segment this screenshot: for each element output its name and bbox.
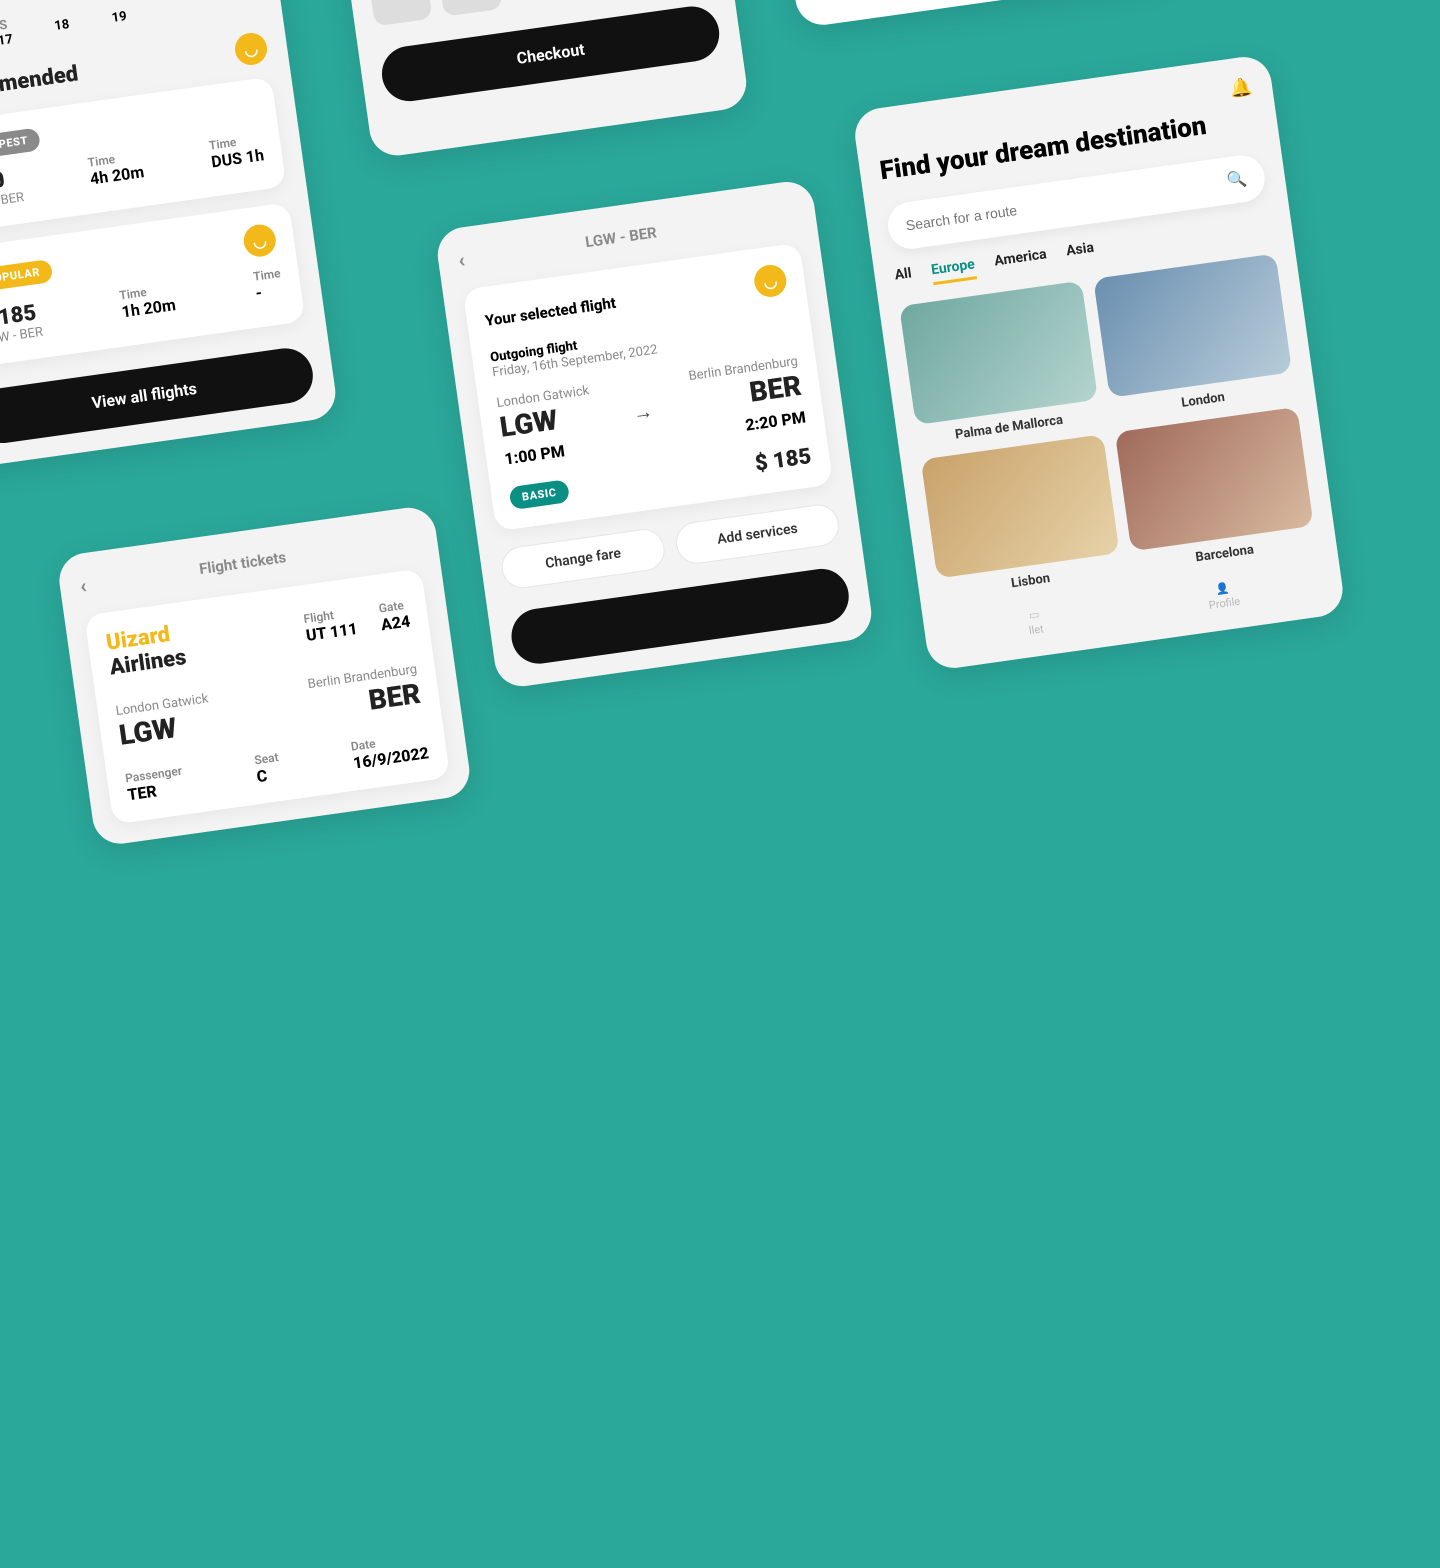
selected-flight-card: Your selected flight ◡ Outgoing flight F… (463, 243, 834, 532)
calendar-day[interactable]: 19 (92, 0, 146, 44)
tab-asia[interactable]: Asia (1065, 240, 1096, 267)
smile-icon: ◡ (242, 223, 278, 259)
destination-card[interactable]: Palma de Mallorca (899, 281, 1101, 448)
destination-image (921, 434, 1120, 578)
wallet-icon: ▭ (1028, 608, 1040, 622)
destination-image (1115, 407, 1314, 551)
cheapest-badge: CHEAPEST (0, 127, 41, 162)
selected-price: $ 185 (753, 444, 812, 477)
weekday-label: S (0, 18, 8, 34)
add-services-button[interactable]: Add services (673, 502, 841, 566)
flight-card[interactable]: POPULAR ◡ $ 185 LGW - BER Time 1h 20m Ti… (0, 202, 305, 368)
back-button[interactable]: ‹ (78, 573, 88, 598)
search-input[interactable] (905, 173, 1228, 234)
ticket-card: Uizard Airlines Flight UT 111 Gate A24 L… (84, 568, 450, 824)
card-title: Your selected flight (484, 294, 617, 330)
back-button[interactable]: ‹ (457, 247, 467, 272)
header-title: LGW - BER (584, 223, 658, 251)
profile-icon: 👤 (1215, 581, 1230, 596)
screen-tickets: ‹ Flight tickets Uizard Airlines Flight … (56, 504, 473, 847)
screen-selected-flight: ‹ LGW - BER Your selected flight ◡ Outgo… (434, 178, 875, 689)
route: LGW - BER (0, 190, 25, 213)
day-number: 18 (53, 17, 70, 34)
destination-card[interactable]: Barcelona (1115, 407, 1317, 574)
gate-number: A24 (380, 611, 412, 634)
popular-badge: POPULAR (0, 258, 53, 292)
nav-label: llet (1028, 622, 1044, 637)
tab-all[interactable]: All (894, 265, 914, 290)
day-number: 19 (111, 9, 128, 26)
layover: - (254, 280, 284, 303)
screen-splash: SkyPlane Fly anywhere. Start your journe… (763, 0, 1175, 28)
smile-icon: ◡ (752, 263, 788, 299)
destination-image (1093, 253, 1292, 397)
destination-card[interactable]: Lisbon (921, 434, 1123, 601)
search-icon: 🔍 (1226, 169, 1248, 191)
aisle (506, 0, 572, 7)
smile-icon: ◡ (233, 31, 269, 67)
tab-europe[interactable]: Europe (930, 256, 977, 285)
destination-image (899, 281, 1098, 425)
seat[interactable] (367, 0, 433, 27)
seat-value: C (255, 764, 282, 786)
calendar-day[interactable]: S 17 (0, 6, 31, 60)
bell-icon[interactable]: 🔔 (1228, 76, 1253, 100)
basic-badge: BASIC (509, 479, 570, 510)
day-number: 17 (0, 32, 14, 49)
screen-recommended: F 16 S 17 18 19 Recommended ◡ CHEAPEST $… (0, 0, 339, 469)
change-fare-button[interactable]: Change fare (499, 526, 667, 590)
section-title: Recommended (0, 61, 80, 107)
seat[interactable] (437, 0, 503, 17)
tab-america[interactable]: America (993, 246, 1048, 276)
header-title: Flight tickets (198, 548, 287, 578)
calendar-day[interactable]: 18 (35, 0, 89, 52)
screen-seats: Checkout (325, 0, 750, 159)
nav-wallet[interactable]: ▭ llet (1026, 607, 1045, 637)
nav-label: Profile (1208, 595, 1241, 612)
destination-card[interactable]: London (1093, 253, 1295, 420)
arrow-icon: → (631, 399, 654, 427)
screen-home: 🔔 Find your dream destination 🔍 All Euro… (852, 54, 1347, 672)
nav-profile[interactable]: 👤 Profile (1206, 580, 1241, 612)
view-all-button[interactable]: View all flights (0, 345, 316, 447)
